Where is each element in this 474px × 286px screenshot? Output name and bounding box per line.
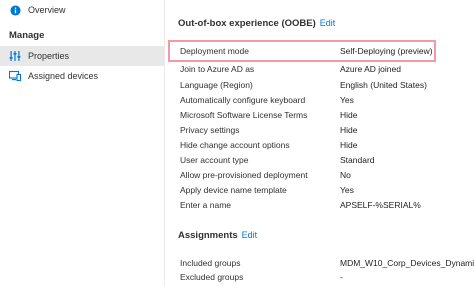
property-key: Join to Azure AD as — [180, 64, 255, 74]
property-row: Privacy settings Hide — [178, 125, 474, 139]
assignments-section-title: Assignments Edit — [178, 230, 257, 241]
property-value: Hide — [340, 140, 358, 150]
main-content: Out-of-box experience (OOBE) Edit Deploym… — [178, 0, 474, 286]
property-value: Hide — [340, 125, 358, 135]
assignments-title-text: Assignments — [178, 230, 238, 241]
assignment-value: - — [340, 272, 343, 282]
assignment-row: Included groups MDM_W10_Corp_Devices_Dyn… — [178, 258, 474, 272]
sidebar-item-overview[interactable]: Overview — [0, 0, 164, 20]
property-row: Hide change account options Hide — [178, 140, 474, 154]
sidebar-item-assigned-devices[interactable]: Assigned devices — [0, 66, 164, 86]
property-value: Standard — [340, 155, 375, 165]
oobe-title-text: Out-of-box experience (OOBE) — [178, 18, 316, 29]
sidebar: Overview Manage Properties Assigned devi… — [0, 0, 164, 286]
property-row: Language (Region) English (United States… — [178, 80, 474, 94]
property-key: Apply device name template — [180, 185, 287, 195]
property-key: Deployment mode — [180, 46, 249, 56]
sidebar-item-properties[interactable]: Properties — [0, 46, 164, 66]
sidebar-divider — [164, 0, 165, 286]
oobe-section-title: Out-of-box experience (OOBE) Edit — [178, 18, 335, 29]
property-value: APSELF-%SERIAL% — [340, 200, 421, 210]
assignment-value: MDM_W10_Corp_Devices_Dynamic — [340, 258, 474, 268]
assignments-edit-link[interactable]: Edit — [242, 230, 258, 240]
sliders-icon — [9, 50, 21, 62]
info-circle-icon — [9, 4, 21, 16]
property-key: Privacy settings — [180, 125, 240, 135]
property-value: Hide — [340, 110, 358, 120]
property-key: Allow pre-provisioned deployment — [180, 170, 308, 180]
property-key: Language (Region) — [180, 80, 253, 90]
property-key: Hide change account options — [180, 140, 290, 150]
property-row: User account type Standard — [178, 155, 474, 169]
property-row: Microsoft Software License Terms Hide — [178, 110, 474, 124]
property-row: Join to Azure AD as Azure AD joined — [178, 64, 474, 78]
section-heading-manage: Manage — [9, 30, 45, 41]
assignment-row: Excluded groups - — [178, 272, 474, 286]
assignment-key: Excluded groups — [180, 272, 244, 282]
property-key: Microsoft Software License Terms — [180, 110, 308, 120]
sidebar-item-label: Overview — [28, 5, 66, 15]
property-key: User account type — [180, 155, 249, 165]
property-value: English (United States) — [340, 80, 427, 90]
oobe-edit-link[interactable]: Edit — [320, 18, 336, 28]
property-row: Allow pre-provisioned deployment No — [178, 170, 474, 184]
property-value: Self-Deploying (preview) — [340, 46, 433, 56]
assignment-key: Included groups — [180, 258, 241, 268]
property-key: Enter a name — [180, 200, 232, 210]
property-key: Automatically configure keyboard — [180, 95, 306, 105]
property-row: Enter a name APSELF-%SERIAL% — [178, 200, 474, 214]
property-row: Deployment mode Self-Deploying (preview) — [178, 46, 474, 60]
property-row: Automatically configure keyboard Yes — [178, 95, 474, 109]
property-value: Yes — [340, 185, 354, 195]
property-value: Azure AD joined — [340, 64, 401, 74]
property-value: Yes — [340, 95, 354, 105]
sidebar-item-label: Assigned devices — [28, 71, 99, 81]
sidebar-item-label: Properties — [28, 51, 70, 61]
property-value: No — [340, 170, 351, 180]
device-icon — [9, 70, 21, 82]
property-row: Apply device name template Yes — [178, 185, 474, 199]
